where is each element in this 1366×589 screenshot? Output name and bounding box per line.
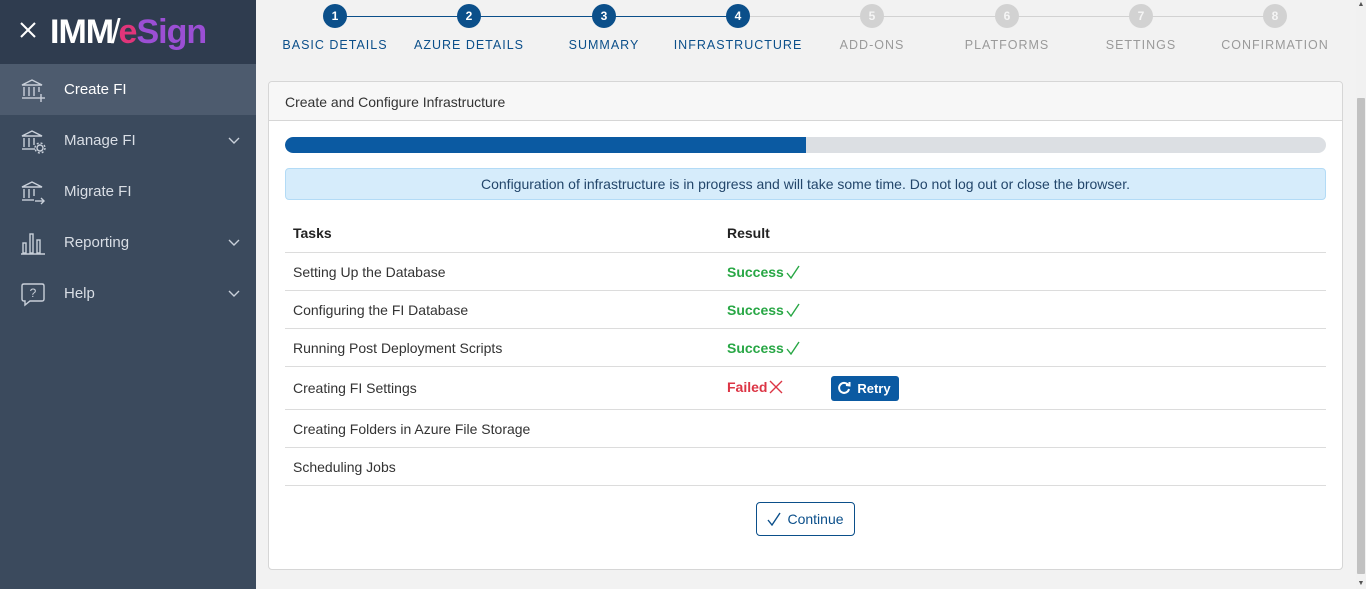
- column-header-tasks: Tasks: [285, 214, 719, 253]
- scroll-down-arrow-icon[interactable]: ▼: [1357, 579, 1365, 589]
- table-row: Scheduling Jobs: [285, 447, 1326, 486]
- card-title: Create and Configure Infrastructure: [285, 94, 506, 110]
- task-name: Creating Folders in Azure File Storage: [285, 409, 719, 448]
- tasks-table: Tasks Result Setting Up the Database Suc…: [285, 214, 1326, 486]
- status-success: Success: [727, 340, 800, 356]
- refresh-icon: [838, 381, 851, 394]
- continue-button[interactable]: Continue: [756, 502, 855, 536]
- status-success: Success: [727, 264, 800, 280]
- step-add-ons: 5 ADD-ONS: [805, 0, 939, 52]
- task-result: Success: [719, 328, 1326, 367]
- step-label: PLATFORMS: [964, 38, 1050, 52]
- step-label: AZURE DETAILS: [413, 38, 524, 52]
- table-row: Configuring the FI Database Success: [285, 290, 1326, 329]
- sidebar-item-label: Migrate FI: [64, 183, 132, 200]
- scroll-up-arrow-icon[interactable]: ▲: [1357, 0, 1365, 10]
- step-settings: 7 SETTINGS: [1074, 0, 1208, 52]
- table-header-row: Tasks Result: [285, 214, 1326, 253]
- status-failed: Failed: [727, 379, 783, 395]
- table-row: Creating FI Settings Failed Retry: [285, 366, 1326, 410]
- table-row: Setting Up the Database Success: [285, 252, 1326, 291]
- sidebar: IMM/eSign Create FI Manage FI Migrate FI…: [0, 0, 256, 589]
- scrollbar-thumb[interactable]: [1357, 98, 1365, 574]
- step-label: ADD-ONS: [839, 38, 905, 52]
- step-label: SETTINGS: [1105, 38, 1177, 52]
- infrastructure-card: Create and Configure Infrastructure Conf…: [268, 81, 1343, 570]
- step-platforms: 6 PLATFORMS: [940, 0, 1074, 52]
- step-basic-details[interactable]: 1 BASIC DETAILS: [268, 0, 402, 52]
- table-row: Creating Folders in Azure File Storage: [285, 409, 1326, 448]
- bank-settings-icon: [21, 130, 46, 154]
- step-azure-details[interactable]: 2 AZURE DETAILS: [402, 0, 536, 52]
- step-number: 2: [457, 4, 481, 28]
- step-infrastructure[interactable]: 4 INFRASTRUCTURE: [671, 0, 805, 52]
- step-number: 7: [1129, 4, 1153, 28]
- step-number: 4: [726, 4, 750, 28]
- progress-fill: [285, 137, 806, 153]
- bank-arrow-icon: [21, 181, 45, 205]
- checkmark-icon: [786, 341, 800, 355]
- step-summary[interactable]: 3 SUMMARY: [537, 0, 671, 52]
- sidebar-item-migrate-fi[interactable]: Migrate FI: [0, 166, 256, 217]
- sidebar-item-manage-fi[interactable]: Manage FI: [0, 115, 256, 166]
- step-label: SUMMARY: [568, 38, 640, 52]
- bank-add-icon: [21, 79, 45, 102]
- chevron-down-icon: [228, 137, 240, 144]
- help-icon: ?: [21, 283, 45, 307]
- sidebar-item-create-fi[interactable]: Create FI: [0, 64, 256, 115]
- column-header-result: Result: [719, 214, 1326, 253]
- step-number: 5: [860, 4, 884, 28]
- card-header: Create and Configure Infrastructure: [269, 82, 1342, 121]
- sidebar-item-label: Help: [64, 285, 95, 302]
- checkmark-icon: [767, 512, 782, 526]
- sidebar-item-help[interactable]: ? Help: [0, 268, 256, 319]
- progress-bar: [285, 137, 1326, 153]
- sidebar-item-label: Manage FI: [64, 132, 136, 149]
- sidebar-header: IMM/eSign: [0, 0, 256, 64]
- checkmark-icon: [786, 303, 800, 317]
- chevron-down-icon: [228, 239, 240, 246]
- step-label: INFRASTRUCTURE: [673, 38, 803, 52]
- task-result: [719, 409, 1326, 448]
- checkmark-icon: [786, 265, 800, 279]
- continue-label: Continue: [787, 511, 844, 527]
- x-mark-icon: [769, 380, 783, 394]
- wizard-stepper: 1 BASIC DETAILS 2 AZURE DETAILS 3 SUMMAR…: [268, 0, 1342, 72]
- step-label: BASIC DETAILS: [282, 38, 388, 52]
- task-name: Running Post Deployment Scripts: [285, 328, 719, 367]
- info-alert: Configuration of infrastructure is in pr…: [285, 168, 1326, 200]
- status-success: Success: [727, 302, 800, 318]
- sidebar-item-reporting[interactable]: Reporting: [0, 217, 256, 268]
- task-name: Creating FI Settings: [285, 366, 719, 410]
- retry-button[interactable]: Retry: [831, 375, 899, 401]
- task-result: Success: [719, 252, 1326, 291]
- svg-text:?: ?: [30, 286, 37, 300]
- task-name: Setting Up the Database: [285, 252, 719, 291]
- app-logo: IMM/eSign: [50, 13, 207, 51]
- task-name: Scheduling Jobs: [285, 447, 719, 486]
- step-number: 6: [995, 4, 1019, 28]
- page-scrollbar[interactable]: ▲ ▼: [1356, 0, 1366, 589]
- close-icon[interactable]: [18, 20, 38, 40]
- step-number: 1: [323, 4, 347, 28]
- step-label: CONFIRMATION: [1221, 38, 1329, 52]
- task-result: Success: [719, 290, 1326, 329]
- chevron-down-icon: [228, 290, 240, 297]
- step-number: 3: [592, 4, 616, 28]
- task-name: Configuring the FI Database: [285, 290, 719, 329]
- step-number: 8: [1263, 4, 1287, 28]
- task-result: [719, 447, 1326, 486]
- sidebar-item-label: Create FI: [64, 81, 127, 98]
- task-result: Failed Retry: [719, 366, 1326, 410]
- sidebar-item-label: Reporting: [64, 234, 130, 251]
- step-confirmation: 8 CONFIRMATION: [1208, 0, 1342, 52]
- bar-chart-icon: [21, 233, 45, 255]
- table-row: Running Post Deployment Scripts Success: [285, 328, 1326, 367]
